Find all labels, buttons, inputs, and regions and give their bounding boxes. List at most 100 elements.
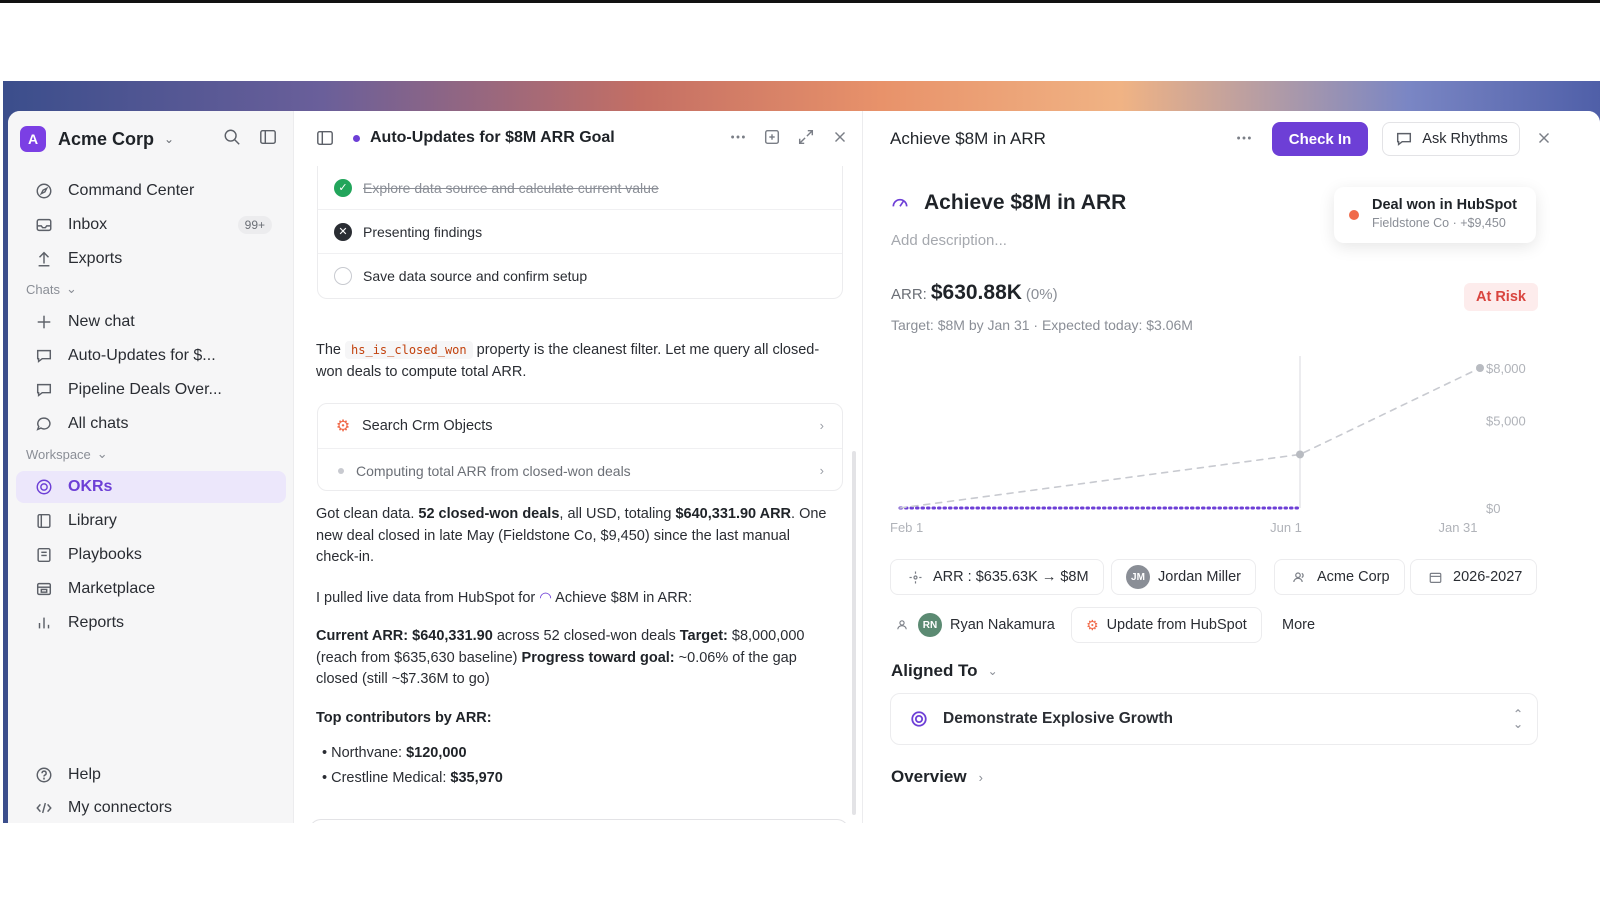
sidebar-item-my-connectors[interactable]: My connectors [16,792,286,823]
sidebar-item-marketplace[interactable]: Marketplace [16,573,286,605]
team-chip[interactable]: Acme Corp [1274,559,1405,595]
sidebar-item-okrs[interactable]: OKRs [16,471,286,503]
integration-chip[interactable]: ⚙ Update from HubSpot [1071,607,1262,643]
more-button[interactable]: More [1278,607,1319,643]
contributor-name: Crestline Medical: [331,770,447,786]
screen-top-edge [0,0,1600,3]
metric-chip[interactable]: ARR : $635.63K → $8M [890,559,1104,595]
avatar: JM [1126,565,1150,589]
sidebar-item-label: Reports [68,614,125,631]
list-item: • Crestline Medical: $35,970 [322,770,503,786]
task-step-label: Explore data source and calculate curren… [363,179,659,196]
chat-bubble-icon [34,380,54,400]
contributor-value: $120,000 [406,745,467,761]
tool-call-row[interactable]: ⚙ Search Crm Objects › [318,404,842,448]
store-icon [34,579,54,599]
sidebar-item-label: Help [68,766,101,783]
search-icon[interactable] [222,127,242,147]
sidebar-item-chat-pipeline[interactable]: Pipeline Deals Over... [16,374,286,406]
sidebar-item-label: Marketplace [68,580,156,597]
chevron-right-icon: › [978,769,983,785]
sidebar-item-new-chat[interactable]: New chat [16,306,286,338]
sidebar-item-label: All chats [68,415,129,432]
check-icon: ✓ [334,178,352,197]
chevron-down-icon: ⌄ [96,446,108,461]
close-icon[interactable] [830,127,850,147]
chevron-down-icon: ⌄ [164,132,175,146]
close-icon[interactable] [1534,128,1554,148]
chat-bubble-icon [34,414,54,434]
assistant-message: The hs_is_closed_won property is the cle… [316,340,836,383]
message-text: Got clean data. [316,506,415,522]
workspace-switcher[interactable]: A Acme Corp ⌄ [20,123,282,155]
panel-layout-icon[interactable] [315,128,335,148]
chats-section-toggle[interactable]: Chats ⌄ [26,281,77,297]
chevron-right-icon: › [819,418,824,433]
chat-bubble-icon [1394,129,1414,149]
contributors-list: • Northvane: $120,000 • Crestline Medica… [322,741,503,791]
sidebar-item-exports[interactable]: Exports [16,243,286,275]
task-step-label: Presenting findings [363,223,483,240]
section-title: Aligned To [891,661,978,680]
tool-call-substep[interactable]: Computing total ARR from closed-won deal… [318,448,842,492]
expand-icon[interactable] [796,127,816,147]
check-in-button[interactable]: Check In [1272,122,1368,156]
notification-toast[interactable]: Deal won in HubSpot Fieldstone Co · +$9,… [1334,187,1536,243]
chat-title-text: Auto-Updates for $8M ARR Goal [370,129,615,146]
status-badge[interactable]: At Risk [1464,283,1538,311]
ask-rhythms-button[interactable]: Ask Rhythms [1382,122,1520,156]
goal-title-text[interactable]: Achieve $8M in ARR [924,191,1126,215]
contributor-value: $35,970 [450,770,503,786]
status-dot [338,467,344,474]
avatar: RN [918,613,942,637]
message-text-bold: 52 closed-won deals [418,506,560,522]
list-item: • Northvane: $120,000 [322,745,467,761]
playbook-icon [34,545,54,565]
sidebar-item-help[interactable]: Help [16,759,286,791]
section-label: Workspace [26,446,91,462]
sidebar-item-chat-auto-updates[interactable]: Auto-Updates for $... [16,340,286,372]
toast-title: Deal won in HubSpot [1372,197,1517,213]
target-line: Target: $8M by Jan 31 · Expected today: … [891,317,1193,333]
toggle-sidebar-icon[interactable] [258,127,278,147]
sidebar-item-label: Inbox [68,216,108,233]
workspace-section-toggle[interactable]: Workspace ⌄ [26,446,108,462]
sidebar-item-library[interactable]: Library [16,505,286,537]
sidebar-item-label: New chat [68,313,135,330]
contributor-chip[interactable]: RN Ryan Nakamura [914,607,1059,643]
aligned-goal-item[interactable]: Demonstrate Explosive Growth ⌃ ⌄ [890,693,1538,745]
scrollbar[interactable] [852,451,856,815]
y-tick-label: $0 [1486,501,1500,516]
new-tab-icon[interactable] [762,127,782,147]
task-step: ✓ Explore data source and calculate curr… [318,166,842,210]
sidebar-item-inbox[interactable]: Inbox 99+ [16,209,286,241]
goal-panel: Achieve $8M in ARR Check In Ask Rhythms … [864,111,1600,823]
task-step-label: Save data source and confirm setup [363,268,588,284]
message-composer[interactable] [309,819,849,823]
sidebar-item-all-chats[interactable]: All chats [16,408,286,440]
description-input[interactable]: Add description... [891,232,1007,249]
more-icon[interactable] [728,127,748,147]
chevron-up-down-icon[interactable]: ⌃ ⌄ [1513,708,1523,730]
sidebar-item-reports[interactable]: Reports [16,607,286,639]
overview-section[interactable]: Overview › [891,767,983,787]
arr-percent: (0%) [1025,286,1058,303]
toast-subtitle: Fieldstone Co · +$9,450 [1372,216,1506,230]
target-icon [909,709,929,729]
hubspot-icon: ⚙ [1086,616,1099,633]
data-point [1296,450,1304,459]
compass-icon [34,181,54,201]
sidebar-item-playbooks[interactable]: Playbooks [16,539,286,571]
sidebar-item-command-center[interactable]: Command Center [16,175,286,207]
chat-bubble-icon [34,346,54,366]
series-line-1 [899,367,1481,509]
more-icon[interactable] [1234,128,1254,148]
aligned-to-section[interactable]: Aligned To ⌄ [891,661,998,681]
assistant-message: Got clean data. 52 closed-won deals, all… [316,504,836,569]
owner-chip[interactable]: JM Jordan Miller [1111,559,1256,595]
goal-link[interactable]: Achieve $8M in ARR: [555,590,692,606]
upload-icon [34,249,54,269]
period-chip[interactable]: 2026-2027 [1410,559,1538,595]
message-text-bold: Current ARR: [316,628,409,644]
contributor-name: Northvane: [331,745,403,761]
